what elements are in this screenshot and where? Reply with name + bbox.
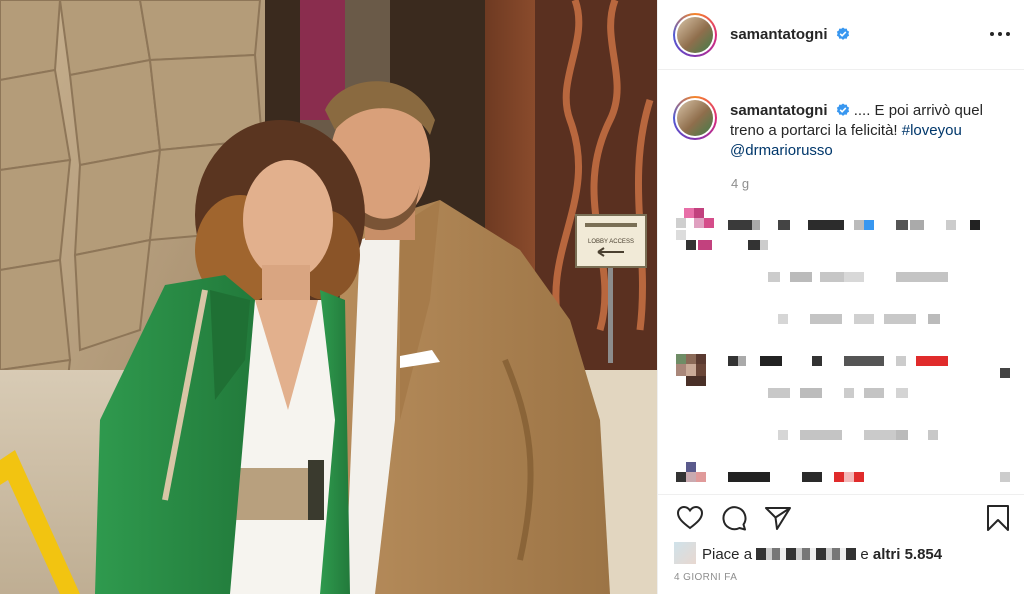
pixel (820, 272, 844, 282)
likes-summary: Piace a e altri 5.854 (674, 542, 942, 564)
heart-icon[interactable] (676, 504, 704, 532)
commenter-name-pixelated (728, 472, 770, 482)
pixel (844, 272, 864, 282)
post-photo-illustration: LOBBY ACCESS (0, 0, 657, 594)
pixel (844, 356, 884, 366)
pixel (748, 240, 760, 250)
bookmark-icon[interactable] (984, 504, 1012, 532)
commenter-name-pixelated (728, 220, 752, 230)
pixel (790, 272, 812, 282)
mention-link[interactable]: @drmariorusso (730, 142, 833, 159)
commenter-avatar[interactable] (676, 462, 706, 482)
more-icon[interactable] (989, 24, 1011, 44)
comment-meta-pixelated[interactable] (768, 388, 790, 398)
pixel (896, 356, 906, 366)
pixel (854, 472, 864, 482)
pixel (752, 220, 760, 230)
avatar-image (677, 17, 713, 53)
likes-others-link[interactable]: altri 5.854 (873, 546, 942, 563)
pixel (844, 388, 854, 398)
pixel (844, 472, 854, 482)
pixel (738, 356, 746, 366)
post-side-panel: samantatogni samantatogni .... E poi arr… (657, 0, 1024, 594)
caption-username-link[interactable]: samantatogni (730, 102, 828, 119)
pixel (896, 430, 908, 440)
pixel (896, 272, 948, 282)
pixel (864, 220, 874, 230)
verified-badge-icon (836, 103, 849, 116)
username-link[interactable]: samantatogni (730, 26, 828, 43)
pixel (812, 356, 822, 366)
sign-text: LOBBY ACCESS (588, 239, 634, 245)
liker-name-pixelated[interactable] (756, 548, 857, 560)
comment-meta-pixelated[interactable] (768, 272, 780, 282)
pixel (896, 220, 908, 230)
comment-meta-pixelated[interactable] (778, 314, 788, 324)
pixel (808, 220, 844, 230)
comment-meta-pixelated[interactable] (778, 430, 788, 440)
verified-badge-icon (836, 27, 850, 40)
pixel (760, 356, 782, 366)
post-date[interactable]: 4 GIORNI FA (674, 572, 737, 583)
caption-text: samantatogni .... E poi arrivò quel tren… (730, 101, 1010, 161)
pixel (810, 314, 842, 324)
pixel (928, 430, 938, 440)
commenter-avatar[interactable] (676, 354, 706, 386)
commenter-name-pixelated (728, 356, 738, 366)
pixel (1000, 368, 1010, 378)
avatar[interactable] (673, 13, 717, 57)
pixel (802, 472, 822, 482)
pixel (800, 430, 842, 440)
pixel (1000, 472, 1010, 482)
pixel (864, 430, 896, 440)
pixel (800, 388, 822, 398)
pixel (910, 220, 924, 230)
commenter-avatar[interactable] (676, 208, 716, 250)
pixel (778, 220, 790, 230)
caption-avatar-image (677, 100, 713, 136)
post-actions: Piace a e altri 5.854 4 GIORNI FA (658, 494, 1024, 594)
pixel (946, 220, 956, 230)
pixel (834, 472, 844, 482)
pixel (854, 314, 874, 324)
pixel (864, 388, 884, 398)
hashtag-link[interactable]: #loveyou (902, 122, 962, 139)
caption-avatar[interactable] (673, 96, 717, 140)
pixel (760, 240, 768, 250)
pixel (884, 314, 916, 324)
liker-avatar[interactable] (674, 542, 696, 564)
post-photo[interactable]: LOBBY ACCESS (0, 0, 657, 594)
caption-time[interactable]: 4 g (731, 176, 749, 191)
likes-prefix: Piace a (702, 546, 757, 563)
post-header: samantatogni (658, 0, 1024, 70)
pixel (970, 220, 980, 230)
paper-plane-icon[interactable] (764, 504, 792, 532)
comment-icon[interactable] (720, 504, 748, 532)
pixel (928, 314, 940, 324)
likes-separator: e (856, 546, 873, 563)
pixel (916, 356, 948, 366)
pixel (896, 388, 908, 398)
